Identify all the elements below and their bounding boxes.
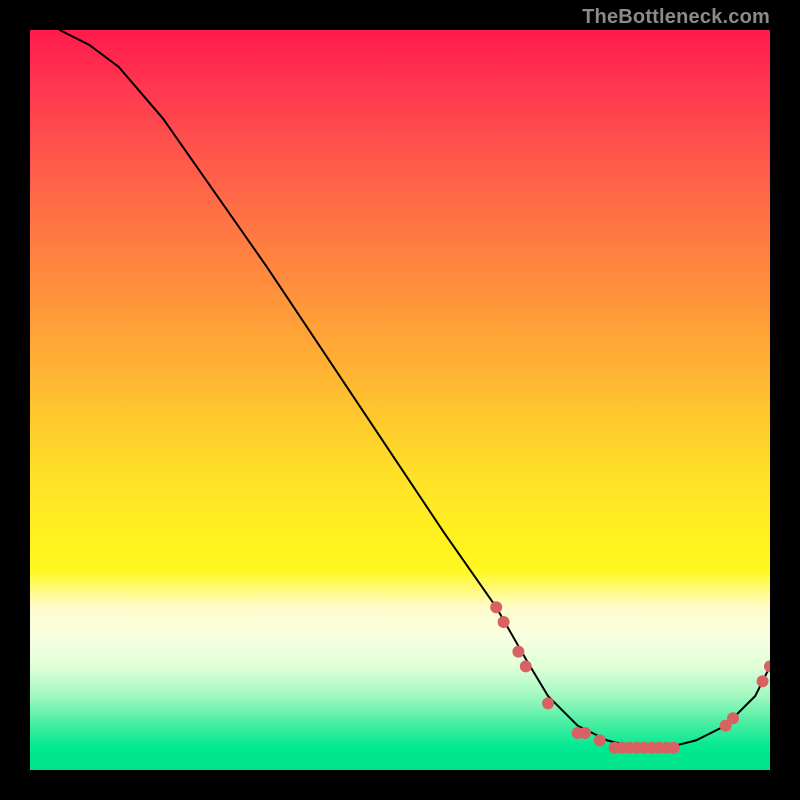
data-marker — [764, 660, 770, 672]
data-marker — [653, 742, 665, 754]
data-marker — [520, 660, 532, 672]
data-marker — [638, 742, 650, 754]
data-marker — [660, 742, 672, 754]
data-marker — [646, 742, 658, 754]
watermark-text: TheBottleneck.com — [582, 6, 770, 29]
data-marker — [668, 742, 680, 754]
data-marker — [757, 675, 769, 687]
plot-area — [30, 30, 770, 770]
data-marker — [579, 727, 591, 739]
data-marker — [623, 742, 635, 754]
data-marker — [609, 742, 621, 754]
curve-markers — [490, 601, 770, 754]
data-marker — [498, 616, 510, 628]
data-marker — [490, 601, 502, 613]
data-marker — [542, 697, 554, 709]
data-marker — [727, 712, 739, 724]
chart-container: TheBottleneck.com — [0, 0, 800, 800]
data-marker — [572, 727, 584, 739]
bottleneck-curve — [30, 30, 770, 770]
data-marker — [512, 646, 524, 658]
data-marker — [631, 742, 643, 754]
curve-line — [60, 30, 770, 748]
data-marker — [720, 720, 732, 732]
data-marker — [594, 734, 606, 746]
data-marker — [616, 742, 628, 754]
